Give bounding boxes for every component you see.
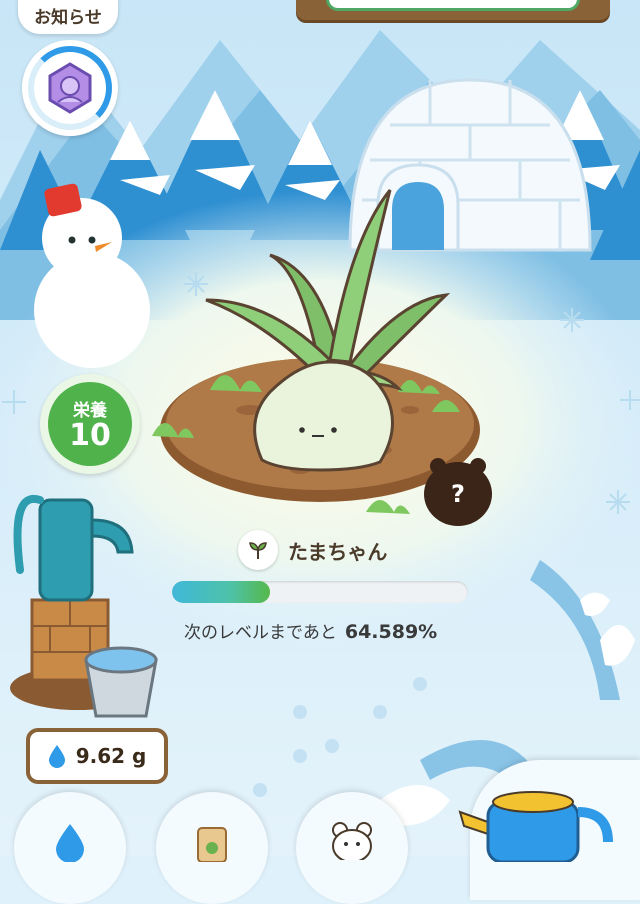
top-status-field (326, 0, 580, 11)
nutrition-inner: 栄養 10 (48, 382, 132, 466)
notice-button[interactable]: お知らせ (18, 0, 118, 34)
water-amount: 9.62 g (75, 744, 147, 768)
level-progress-fill (172, 581, 270, 603)
next-level-label: 次のレベルまであと (184, 623, 337, 643)
bear-icon (332, 822, 372, 860)
plant-name: たまちゃん (288, 539, 388, 564)
character-badge-icon (48, 62, 92, 114)
top-status-board[interactable] (296, 0, 610, 20)
watering-can-button[interactable] (458, 760, 640, 900)
water-drop-icon-large (56, 824, 84, 862)
water-counter[interactable]: 9.62 g (26, 728, 168, 784)
next-level-percent: 64.589% (344, 621, 438, 643)
next-level-text: 次のレベルまであと 64.589% (184, 618, 437, 643)
water-drop-icon (48, 745, 65, 768)
nutrition-badge[interactable]: 栄養 10 (40, 374, 140, 474)
plant-name-row[interactable]: たまちゃん (238, 530, 387, 570)
watering-can-icon (458, 791, 613, 862)
notice-label: お知らせ (34, 7, 102, 28)
game-screen: お知らせ 栄養 10 ? たまちゃん 次のレベルまであと 64.589% 9.6… (0, 0, 640, 904)
level-progress-bar (172, 581, 468, 603)
water-button[interactable] (14, 792, 126, 904)
nutrition-value: 10 (69, 418, 111, 453)
mystery-creature-mark[interactable]: ? (440, 476, 476, 512)
profile-badge[interactable] (22, 40, 118, 136)
friends-button[interactable] (296, 792, 408, 904)
fertilizer-button[interactable] (156, 792, 268, 904)
fertilizer-bag-icon (197, 827, 227, 862)
sprout-icon (238, 530, 278, 570)
